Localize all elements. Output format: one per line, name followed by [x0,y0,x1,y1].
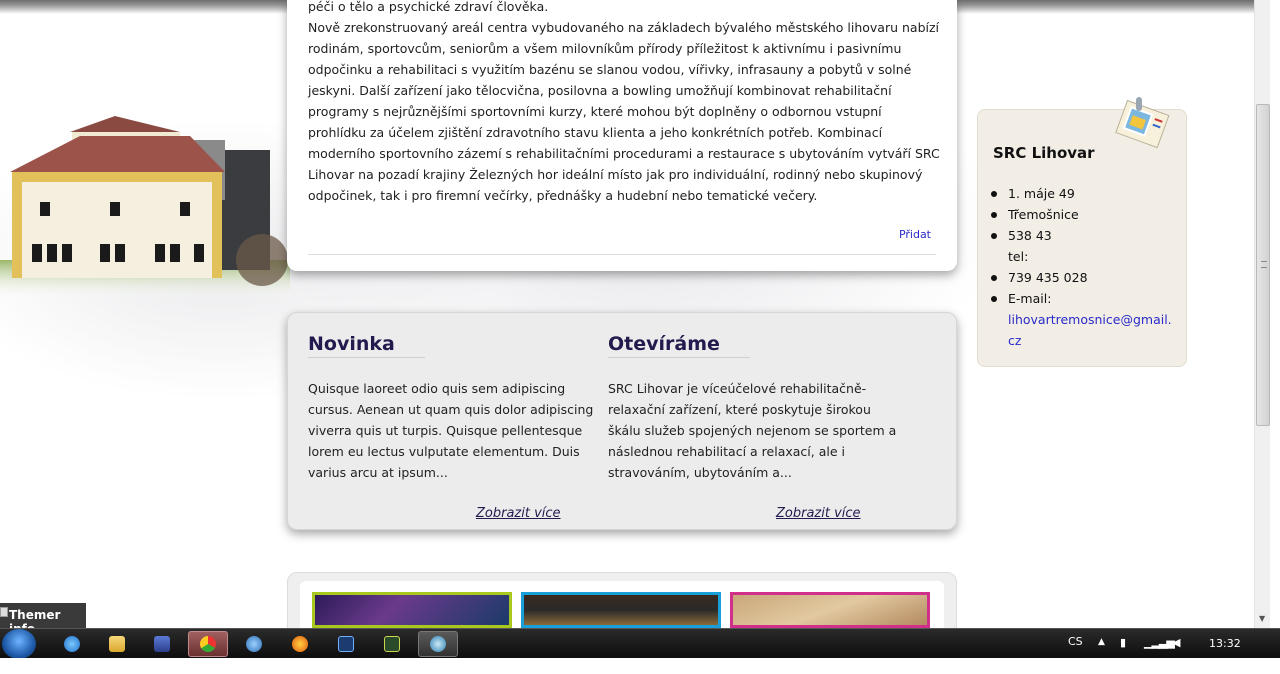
firefox-icon[interactable] [280,631,320,657]
news-column-novinka: Novinka Quisque laoreet odio quis sem ad… [308,333,598,483]
fireworks-icon[interactable] [372,631,412,657]
system-clock[interactable]: 13:32 [1209,637,1241,650]
news-column-oteviram: Otevíráme SRC Lihovar je víceúčelové reh… [608,333,898,483]
intro-text: péči o tělo a psychické zdraví člověka. … [308,0,940,206]
taskbar: CS ▲ ▮ ▁▂▃▅ ◀ 13:32 [0,628,1280,659]
news-title: Novinka [308,333,425,358]
mail-stamp-icon [1115,97,1170,149]
scrollbar-grip-icon [1261,261,1267,268]
contact-city: Třemošnice [991,204,1183,225]
intro-paragraph: péči o tělo a psychické zdraví člověka. [308,0,549,14]
scrollbar-thumb[interactable] [1256,104,1270,426]
themer-checkbox[interactable] [0,607,8,617]
chrome-icon[interactable] [188,631,228,657]
network-signal-icon[interactable]: ▁▂▃▅ [1144,636,1175,649]
language-indicator[interactable]: CS [1068,635,1083,648]
contact-tel-label: tel: [1008,249,1029,264]
scroll-down-arrow-icon[interactable]: ▼ [1259,614,1265,623]
contact-email-item: lihovartremosnice@gmail.cz [1008,309,1183,351]
add-link[interactable]: Přidat [899,228,931,241]
photoshop-icon[interactable] [326,631,366,657]
contact-email-link[interactable]: lihovartremosnice@gmail.cz [1008,309,1178,351]
news-card: Novinka Quisque laoreet odio quis sem ad… [287,312,957,530]
volume-icon[interactable]: ◀ [1172,636,1180,649]
themer-info-button[interactable]: Themer info [0,603,86,636]
show-hidden-icons-icon[interactable]: ▲ [1098,637,1105,647]
screen-bottom-strip [0,658,1280,674]
window-edge [1270,0,1280,628]
contact-email-label: E-mail: [991,288,1183,309]
contact-title: SRC Lihovar [993,144,1095,162]
save-icon[interactable] [142,631,182,657]
show-more-link[interactable]: Zobrazit více [776,506,861,521]
news-body: Quisque laoreet odio quis sem adipiscing… [308,381,594,480]
contact-list: 1. máje 49 Třemošnice 538 43 tel: 739 43… [991,183,1183,351]
intro-paragraph: Nově zrekonstruovaný areál centra vybudo… [308,20,940,203]
gallery-thumbnail[interactable] [312,592,512,628]
dreamweaver-icon[interactable] [418,631,458,657]
power-icon[interactable]: ▮ [1120,636,1126,649]
building-image [0,116,290,300]
folder-icon[interactable] [97,631,137,657]
contact-tel: 739 435 028 [991,267,1183,288]
internet-explorer-icon[interactable] [52,631,92,657]
news-title: Otevíráme [608,333,750,358]
news-body: SRC Lihovar je víceúčelové rehabilitačně… [608,381,897,480]
gallery-thumbnail[interactable] [521,592,721,628]
divider [308,254,936,255]
globe-icon[interactable] [234,631,274,657]
show-more-link[interactable]: Zobrazit více [476,506,561,521]
vertical-scrollbar[interactable]: ▼ [1254,0,1270,628]
contact-zip: 538 43 [991,225,1183,246]
content-card: péči o tělo a psychické zdraví člověka. … [287,0,957,271]
contact-street: 1. máje 49 [991,183,1183,204]
start-button[interactable] [2,629,36,659]
gallery-thumbnail[interactable] [730,592,930,628]
